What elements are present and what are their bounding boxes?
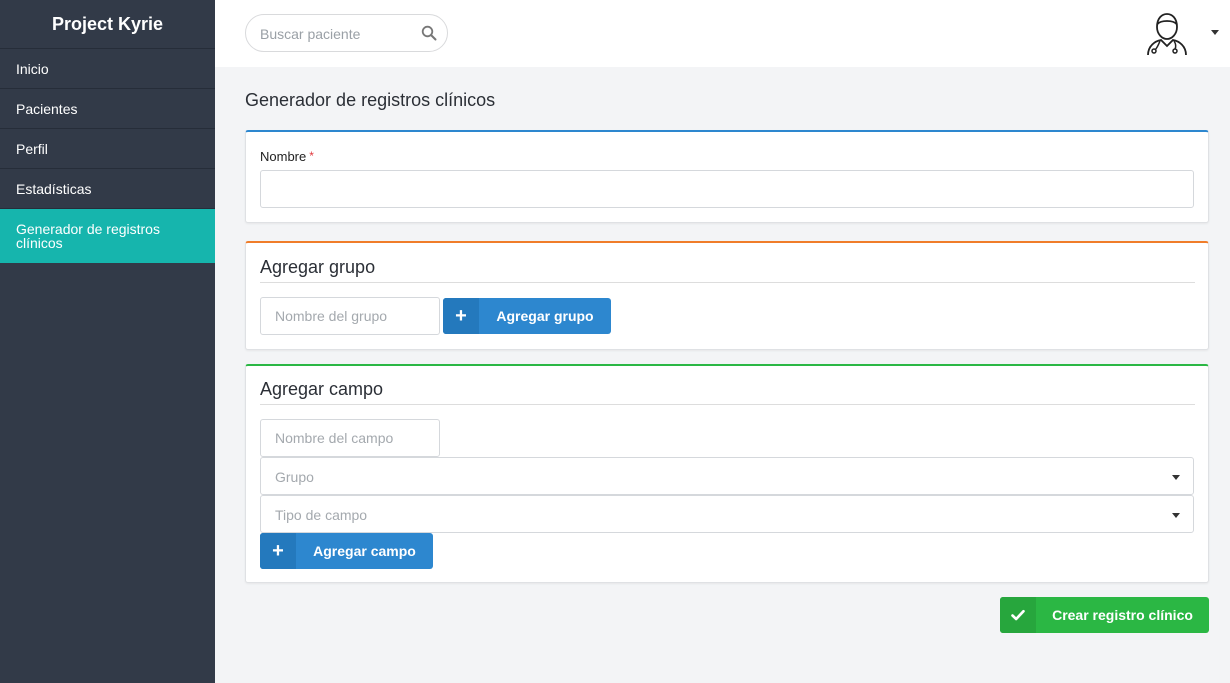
field-type-select[interactable]: Tipo de campo [260, 495, 1194, 533]
user-menu-chevron-down-icon[interactable] [1211, 30, 1219, 35]
search-input[interactable] [260, 24, 410, 44]
name-field-label: Nombre * [260, 149, 314, 164]
sidebar: Project Kyrie Inicio Pacientes Perfil Es… [0, 0, 215, 683]
name-input[interactable] [260, 170, 1194, 208]
group-select[interactable]: Grupo [260, 457, 1194, 495]
add-group-button[interactable]: + Agregar grupo [443, 298, 611, 334]
plus-icon: + [443, 298, 479, 334]
chevron-down-icon [1172, 475, 1180, 480]
add-field-title: Agregar campo [260, 379, 384, 399]
topbar [215, 0, 1230, 67]
add-field-divider [260, 404, 1195, 405]
add-field-button-label: Agregar campo [313, 543, 416, 559]
create-record-button[interactable]: Crear registro clínico [1000, 597, 1209, 633]
add-field-card: Agregar campo Grupo Tipo de campo + Agre… [245, 364, 1209, 583]
page-title: Generador de registros clínicos [245, 90, 496, 110]
add-group-divider [260, 282, 1195, 283]
field-name-input[interactable] [260, 419, 440, 457]
name-label-text: Nombre [260, 149, 307, 164]
name-card: Nombre * [245, 130, 1209, 223]
add-group-button-label: Agregar grupo [496, 308, 594, 324]
check-icon [1000, 597, 1036, 633]
brand-title: Project Kyrie [0, 0, 215, 49]
check-icon-svg [1011, 609, 1025, 621]
plus-icon: + [260, 533, 296, 569]
sidebar-item-pacientes[interactable]: Pacientes [0, 89, 215, 129]
add-field-button[interactable]: + Agregar campo [260, 533, 433, 569]
chevron-down-icon [1172, 513, 1180, 518]
search-icon[interactable] [421, 25, 437, 41]
create-record-button-label: Crear registro clínico [1052, 607, 1193, 623]
doctor-avatar-icon[interactable] [1145, 10, 1189, 56]
search-box[interactable] [245, 14, 448, 52]
add-group-title: Agregar grupo [260, 257, 376, 277]
sidebar-item-estadisticas[interactable]: Estadísticas [0, 169, 215, 209]
sidebar-item-perfil[interactable]: Perfil [0, 129, 215, 169]
group-select-value: Grupo [275, 469, 314, 485]
required-mark: * [309, 149, 314, 163]
add-group-card: Agregar grupo + Agregar grupo [245, 241, 1209, 350]
sidebar-item-generador[interactable]: Generador de registros clínicos [0, 209, 215, 263]
group-name-input[interactable] [260, 297, 440, 335]
sidebar-item-inicio[interactable]: Inicio [0, 49, 215, 89]
field-type-select-value: Tipo de campo [275, 507, 368, 523]
